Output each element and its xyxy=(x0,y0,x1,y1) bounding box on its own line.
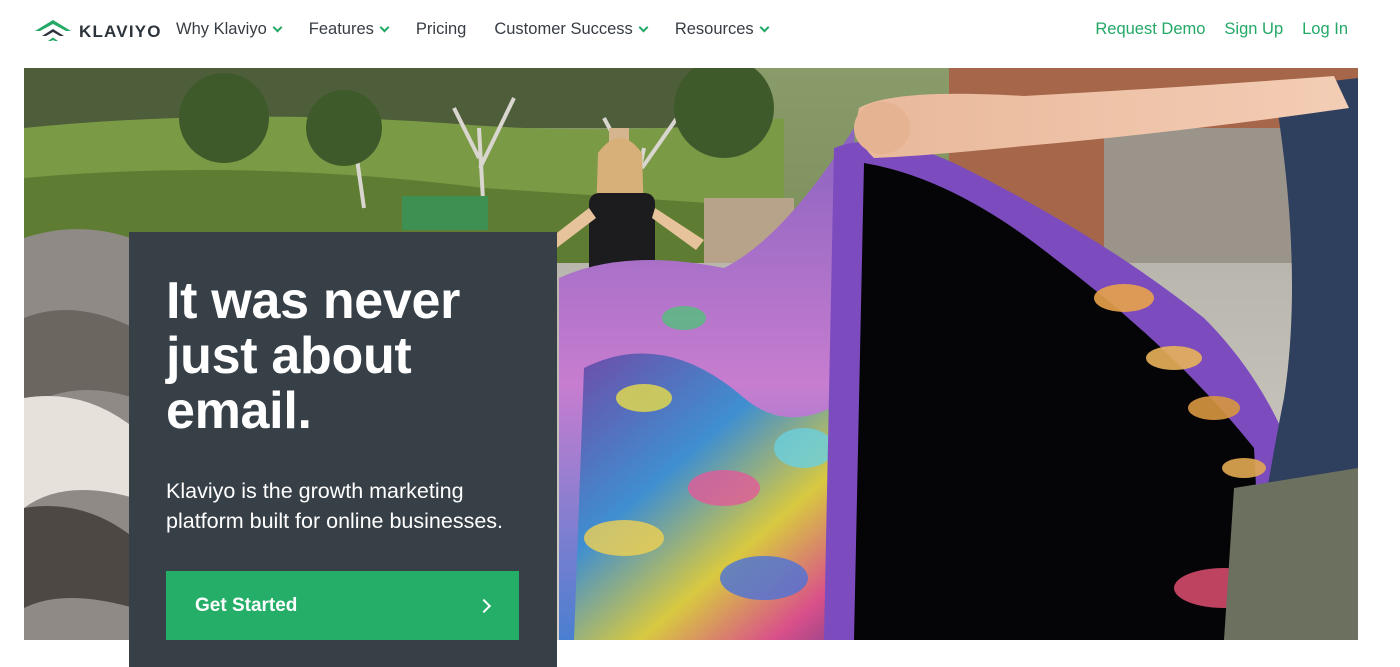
wifi-signal-logo-icon xyxy=(35,20,71,41)
account-links: Request Demo Sign Up Log In xyxy=(1076,20,1348,39)
nav-item-label: Resources xyxy=(674,20,754,38)
klaviyo-logo[interactable]: KLAVIYO xyxy=(33,17,162,47)
sign-up-link[interactable]: Sign Up xyxy=(1224,20,1283,39)
log-in-link[interactable]: Log In xyxy=(1302,20,1348,39)
nav-item-label: Pricing xyxy=(415,20,467,38)
hero-text-card: It was never just about email. Klaviyo i… xyxy=(129,232,557,667)
top-navigation: KLAVIYO Why Klaviyo Features Pricing Cus… xyxy=(0,0,1400,68)
main-menu: Why Klaviyo Features Pricing Customer Su… xyxy=(176,20,796,39)
get-started-label: Get Started xyxy=(195,594,298,616)
nav-item-label: Why Klaviyo xyxy=(176,20,267,38)
brand-name: KLAVIYO xyxy=(79,22,162,41)
nav-item-label: Features xyxy=(308,20,374,38)
nav-features[interactable]: Features xyxy=(308,20,390,39)
chevron-down-icon xyxy=(272,22,283,33)
nav-resources[interactable]: Resources xyxy=(674,20,770,39)
get-started-button[interactable]: Get Started xyxy=(166,571,519,640)
nav-item-label: Customer Success xyxy=(494,20,633,38)
chevron-right-icon xyxy=(476,598,492,614)
nav-pricing[interactable]: Pricing xyxy=(416,20,466,39)
nav-customer-success[interactable]: Customer Success xyxy=(494,20,649,39)
request-demo-link[interactable]: Request Demo xyxy=(1095,20,1205,39)
hero-headline: It was never just about email. xyxy=(166,274,546,439)
chevron-down-icon xyxy=(759,22,770,33)
chevron-down-icon xyxy=(379,22,390,33)
headline-line: email. xyxy=(166,382,312,440)
headline-line: It was never xyxy=(166,272,461,330)
headline-line: just about xyxy=(166,327,412,385)
hero-subheadline: Klaviyo is the growth marketing platform… xyxy=(166,479,504,533)
nav-why-klaviyo[interactable]: Why Klaviyo xyxy=(176,20,283,39)
chevron-down-icon xyxy=(638,22,649,33)
